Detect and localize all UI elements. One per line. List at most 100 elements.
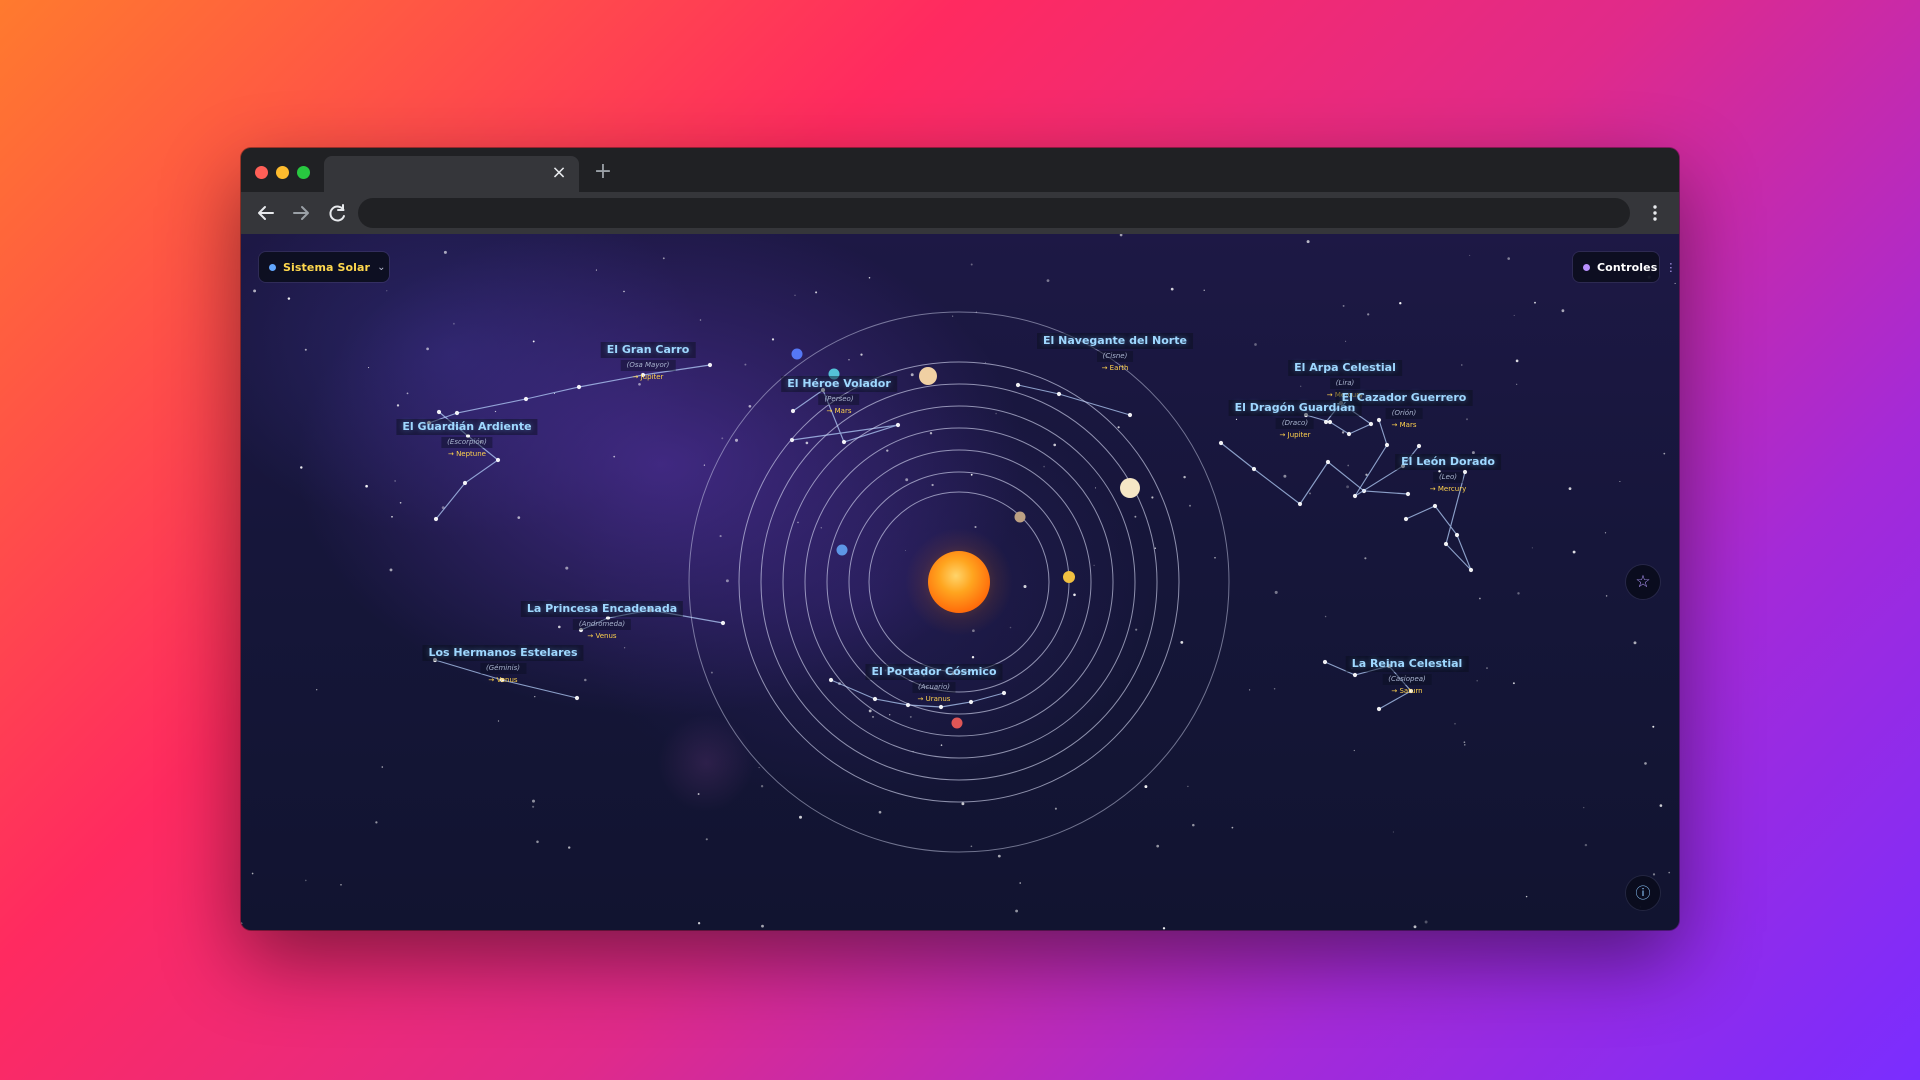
- background-star: [1525, 895, 1528, 898]
- constellation-star: [433, 516, 439, 522]
- background-star: [904, 549, 907, 552]
- constellation-label-portador-cosmico[interactable]: El Portador Cósmico (Acuario) → Uranus: [865, 660, 1003, 704]
- controls-panel-toggle[interactable]: Controles ⋮⋮: [1573, 252, 1679, 282]
- constellation-star: [1251, 466, 1257, 472]
- background-star: [565, 566, 569, 570]
- background-star: [1476, 679, 1478, 682]
- maximize-window-button[interactable]: [297, 166, 310, 179]
- background-star: [872, 716, 874, 718]
- info-button[interactable]: ⓘ: [1626, 876, 1660, 910]
- background-star: [744, 363, 747, 366]
- background-star: [1399, 302, 1402, 305]
- background-star: [868, 276, 871, 279]
- drag-dots-icon[interactable]: ⋮⋮: [1665, 262, 1679, 273]
- browser-tab[interactable]: ×: [324, 156, 579, 192]
- background-star: [1342, 304, 1345, 307]
- background-star: [443, 250, 447, 254]
- close-window-button[interactable]: [255, 166, 268, 179]
- back-button[interactable]: [254, 201, 278, 225]
- background-star: [623, 290, 625, 293]
- background-star: [568, 846, 571, 849]
- constellation-label-gran-carro[interactable]: El Gran Carro (Osa Mayor) → Jupiter: [600, 338, 696, 382]
- minimize-window-button[interactable]: [276, 166, 289, 179]
- background-star: [1180, 640, 1184, 644]
- favorite-button[interactable]: ☆: [1626, 565, 1660, 599]
- constellation-star: [1443, 541, 1449, 547]
- close-tab-icon[interactable]: ×: [549, 163, 569, 183]
- background-star: [931, 483, 934, 487]
- background-star: [613, 455, 616, 458]
- constellation-star: [436, 409, 442, 415]
- planet-venus[interactable]: [1063, 571, 1075, 583]
- background-star: [1117, 426, 1120, 429]
- background-star: [1512, 682, 1515, 685]
- planet-mars[interactable]: [951, 717, 963, 729]
- background-star: [970, 845, 973, 848]
- background-star: [705, 838, 708, 841]
- background-star: [623, 647, 626, 649]
- background-star: [1367, 313, 1370, 316]
- system-status-dot: [269, 263, 276, 271]
- sun[interactable]: [928, 551, 990, 613]
- background-star: [497, 720, 500, 722]
- nebula-glow: [658, 715, 754, 811]
- reload-button[interactable]: [325, 201, 349, 225]
- constellation-planet-link: → Venus: [488, 676, 518, 684]
- new-tab-button[interactable]: +: [591, 160, 615, 184]
- background-star: [304, 348, 307, 351]
- constellation-label-heroe-volador[interactable]: El Héroe Volador (Perseo) → Mars: [781, 372, 897, 416]
- planet-earth[interactable]: [836, 544, 848, 556]
- background-star: [1214, 557, 1216, 559]
- background-star: [1668, 871, 1671, 874]
- constellation-name: El Gran Carro: [600, 342, 696, 358]
- background-star: [1517, 592, 1520, 595]
- background-star: [970, 473, 973, 476]
- background-star: [365, 484, 368, 488]
- planet-jupiter[interactable]: [919, 367, 937, 385]
- background-star: [1347, 464, 1350, 467]
- background-star: [797, 521, 799, 524]
- background-star: [970, 263, 973, 266]
- constellation-star: [707, 362, 713, 368]
- forward-button[interactable]: [289, 201, 313, 225]
- constellation-latin-name: (Cisne): [1096, 351, 1134, 362]
- background-star: [697, 793, 700, 795]
- planet-neptune[interactable]: [791, 348, 803, 360]
- background-star: [1192, 823, 1195, 827]
- constellation-label-princesa-encadenada[interactable]: La Princesa Encadenada (Andrómeda) → Ven…: [520, 597, 684, 641]
- background-star: [386, 290, 388, 292]
- constellation-star: [1218, 440, 1224, 446]
- background-star: [1306, 240, 1310, 244]
- background-star: [961, 802, 965, 806]
- background-star: [494, 410, 497, 413]
- constellation-label-leon-dorado[interactable]: El León Dorado (Leo) → Mercury: [1395, 450, 1501, 494]
- background-star: [1364, 557, 1367, 560]
- background-star: [771, 338, 775, 341]
- constellation-star: [1015, 382, 1021, 388]
- planet-saturn[interactable]: [1120, 478, 1140, 498]
- constellation-star: [574, 695, 580, 701]
- constellation-star: [938, 704, 944, 710]
- browser-menu-button[interactable]: [1643, 201, 1667, 225]
- system-selector[interactable]: Sistema Solar ⌄: [259, 252, 389, 282]
- solar-system-viewport[interactable]: Sistema Solar ⌄ Controles ⋮⋮ ☆ ⓘ El Gran…: [241, 234, 1679, 930]
- constellation-name: El Cazador Guerrero: [1335, 390, 1473, 406]
- constellation-latin-name: (Acuario): [912, 682, 956, 693]
- background-star: [1479, 597, 1481, 600]
- background-star: [1413, 925, 1417, 929]
- constellation-label-navegante-norte[interactable]: El Navegante del Norte (Cisne) → Earth: [1037, 329, 1193, 373]
- background-star: [638, 382, 641, 386]
- background-star: [748, 404, 752, 408]
- constellation-planet-link: → Mars: [826, 407, 852, 415]
- address-bar[interactable]: [358, 198, 1630, 228]
- constellation-label-guardian-ardiente[interactable]: El Guardián Ardiente (Escorpión) → Neptu…: [396, 415, 538, 459]
- background-star: [1659, 804, 1663, 807]
- constellation-label-reina-celestial[interactable]: La Reina Celestial (Casiopea) → Saturn: [1345, 652, 1469, 696]
- constellation-star: [462, 480, 468, 486]
- constellation-label-hermanos-estelares[interactable]: Los Hermanos Estelares (Géminis) → Venus: [422, 641, 584, 685]
- planet-mercury[interactable]: [1014, 511, 1026, 523]
- background-star: [1134, 515, 1137, 518]
- background-star: [300, 466, 303, 469]
- background-star: [1054, 807, 1057, 810]
- constellation-label-cazador-guerrero[interactable]: El Cazador Guerrero (Orión) → Mars: [1335, 386, 1473, 430]
